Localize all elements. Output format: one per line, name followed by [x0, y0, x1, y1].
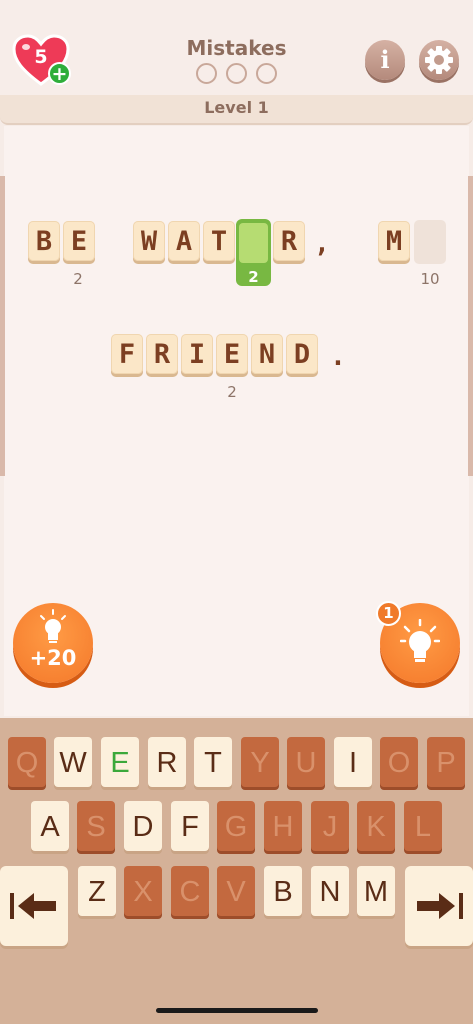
- selected-blank-inner: [239, 223, 268, 263]
- key-i[interactable]: I: [334, 737, 372, 787]
- letter-tile: A: [168, 221, 200, 261]
- blank-tile[interactable]: [414, 220, 446, 264]
- key-q[interactable]: Q: [8, 737, 46, 787]
- level-label: Level 1: [204, 98, 269, 117]
- mistakes-label: Mistakes: [186, 36, 287, 60]
- key-n[interactable]: N: [311, 866, 349, 916]
- key-f[interactable]: F: [171, 801, 209, 851]
- key-t[interactable]: T: [194, 737, 232, 787]
- info-icon: i: [380, 45, 390, 74]
- board-edge: [0, 176, 5, 476]
- gear-icon: [425, 46, 453, 74]
- settings-button[interactable]: [419, 40, 459, 80]
- letter-number: 10: [420, 270, 440, 288]
- key-z[interactable]: Z: [78, 866, 116, 916]
- letter-tile: R: [146, 334, 178, 374]
- key-j[interactable]: J: [311, 801, 349, 851]
- selected-tile-number: 2: [248, 268, 259, 286]
- letter-tile: F: [111, 334, 143, 374]
- hint-count-badge: 1: [376, 601, 401, 626]
- key-v[interactable]: V: [217, 866, 255, 916]
- key-s[interactable]: S: [77, 801, 115, 851]
- arrow-left-icon: [10, 893, 56, 919]
- arrow-right-icon: [417, 893, 463, 919]
- key-y[interactable]: Y: [241, 737, 279, 787]
- letter-tile: N: [251, 334, 283, 374]
- key-m[interactable]: M: [357, 866, 395, 916]
- letter-tile: T: [203, 221, 235, 261]
- key-e[interactable]: E: [101, 737, 139, 787]
- key-w[interactable]: W: [54, 737, 92, 787]
- letter-tile: B: [28, 221, 60, 261]
- buy-hints-label: +20: [29, 646, 77, 670]
- lightbulb-icon: [40, 609, 66, 643]
- key-x[interactable]: X: [124, 866, 162, 916]
- key-g[interactable]: G: [217, 801, 255, 851]
- letter-number: 2: [227, 383, 237, 401]
- key-o[interactable]: O: [380, 737, 418, 787]
- key-p[interactable]: P: [427, 737, 465, 787]
- mistake-slot: [256, 63, 277, 84]
- letter-number: 2: [73, 270, 83, 288]
- key-l[interactable]: L: [404, 801, 442, 851]
- key-c[interactable]: C: [171, 866, 209, 916]
- lightbulb-icon: [400, 619, 440, 662]
- move-left-button[interactable]: [0, 866, 68, 946]
- board-edge: [468, 176, 473, 476]
- letter-tile: D: [286, 334, 318, 374]
- add-life-button[interactable]: +: [48, 62, 71, 85]
- key-r[interactable]: R: [148, 737, 186, 787]
- mistake-slot: [196, 63, 217, 84]
- letter-tile: E: [216, 334, 248, 374]
- letter-tile: W: [133, 221, 165, 261]
- mistake-slot: [226, 63, 247, 84]
- letter-tile: M: [378, 221, 410, 261]
- key-d[interactable]: D: [124, 801, 162, 851]
- info-button[interactable]: i: [365, 40, 405, 80]
- letter-tile: I: [181, 334, 213, 374]
- home-indicator: [156, 1008, 318, 1013]
- punctuation: ,: [314, 229, 330, 259]
- key-a[interactable]: A: [31, 801, 69, 851]
- punctuation: .: [330, 342, 346, 372]
- letter-tile: E: [63, 221, 95, 261]
- key-b[interactable]: B: [264, 866, 302, 916]
- key-u[interactable]: U: [287, 737, 325, 787]
- letter-tile: R: [273, 221, 305, 261]
- key-h[interactable]: H: [264, 801, 302, 851]
- key-k[interactable]: K: [357, 801, 395, 851]
- move-right-button[interactable]: [405, 866, 473, 946]
- buy-hints-button[interactable]: [13, 603, 93, 683]
